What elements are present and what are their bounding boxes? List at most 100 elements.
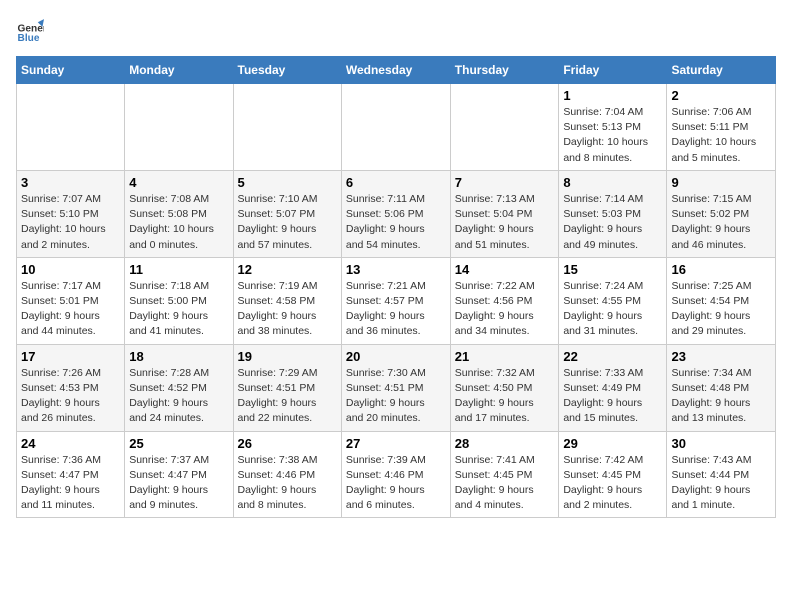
calendar-week-row: 17 Sunrise: 7:26 AM Sunset: 4:53 PM Dayli…	[17, 344, 776, 431]
day-number: 20	[346, 349, 446, 364]
weekday-header-friday: Friday	[559, 57, 667, 84]
calendar-cell: 29 Sunrise: 7:42 AM Sunset: 4:45 PM Dayli…	[559, 431, 667, 518]
day-info: Sunrise: 7:15 AM Sunset: 5:02 PM Dayligh…	[671, 192, 771, 253]
calendar-cell: 3 Sunrise: 7:07 AM Sunset: 5:10 PM Daylig…	[17, 170, 125, 257]
header: General Blue	[16, 16, 776, 44]
day-number: 17	[21, 349, 120, 364]
day-info: Sunrise: 7:26 AM Sunset: 4:53 PM Dayligh…	[21, 366, 120, 427]
calendar-cell: 22 Sunrise: 7:33 AM Sunset: 4:49 PM Dayli…	[559, 344, 667, 431]
day-number: 19	[238, 349, 337, 364]
calendar-week-row: 24 Sunrise: 7:36 AM Sunset: 4:47 PM Dayli…	[17, 431, 776, 518]
calendar-cell	[450, 84, 559, 171]
day-number: 11	[129, 262, 228, 277]
day-info: Sunrise: 7:22 AM Sunset: 4:56 PM Dayligh…	[455, 279, 555, 340]
logo-icon: General Blue	[16, 16, 44, 44]
day-number: 1	[563, 88, 662, 103]
calendar-cell: 6 Sunrise: 7:11 AM Sunset: 5:06 PM Daylig…	[341, 170, 450, 257]
weekday-header-sunday: Sunday	[17, 57, 125, 84]
calendar-cell	[233, 84, 341, 171]
day-number: 23	[671, 349, 771, 364]
calendar-cell: 18 Sunrise: 7:28 AM Sunset: 4:52 PM Dayli…	[125, 344, 233, 431]
day-number: 25	[129, 436, 228, 451]
calendar-cell: 14 Sunrise: 7:22 AM Sunset: 4:56 PM Dayli…	[450, 257, 559, 344]
day-info: Sunrise: 7:18 AM Sunset: 5:00 PM Dayligh…	[129, 279, 228, 340]
day-info: Sunrise: 7:07 AM Sunset: 5:10 PM Dayligh…	[21, 192, 120, 253]
calendar-cell: 27 Sunrise: 7:39 AM Sunset: 4:46 PM Dayli…	[341, 431, 450, 518]
day-number: 18	[129, 349, 228, 364]
day-info: Sunrise: 7:21 AM Sunset: 4:57 PM Dayligh…	[346, 279, 446, 340]
day-number: 7	[455, 175, 555, 190]
day-number: 15	[563, 262, 662, 277]
calendar-week-row: 3 Sunrise: 7:07 AM Sunset: 5:10 PM Daylig…	[17, 170, 776, 257]
day-number: 4	[129, 175, 228, 190]
calendar-cell: 21Sunrise: 7:32 AM Sunset: 4:50 PM Dayli…	[450, 344, 559, 431]
weekday-header-saturday: Saturday	[667, 57, 776, 84]
calendar-cell: 7Sunrise: 7:13 AM Sunset: 5:04 PM Daylig…	[450, 170, 559, 257]
day-info: Sunrise: 7:30 AM Sunset: 4:51 PM Dayligh…	[346, 366, 446, 427]
weekday-header-tuesday: Tuesday	[233, 57, 341, 84]
day-number: 29	[563, 436, 662, 451]
calendar-cell	[341, 84, 450, 171]
day-number: 28	[455, 436, 555, 451]
calendar-week-row: 10 Sunrise: 7:17 AM Sunset: 5:01 PM Dayli…	[17, 257, 776, 344]
day-info: Sunrise: 7:06 AM Sunset: 5:11 PM Dayligh…	[671, 105, 771, 166]
day-info: Sunrise: 7:39 AM Sunset: 4:46 PM Dayligh…	[346, 453, 446, 514]
day-info: Sunrise: 7:14 AM Sunset: 5:03 PM Dayligh…	[563, 192, 662, 253]
day-number: 8	[563, 175, 662, 190]
calendar-cell: 4 Sunrise: 7:08 AM Sunset: 5:08 PM Daylig…	[125, 170, 233, 257]
day-info: Sunrise: 7:11 AM Sunset: 5:06 PM Dayligh…	[346, 192, 446, 253]
calendar-week-row: 1 Sunrise: 7:04 AM Sunset: 5:13 PM Daylig…	[17, 84, 776, 171]
weekday-header-thursday: Thursday	[450, 57, 559, 84]
day-info: Sunrise: 7:32 AM Sunset: 4:50 PM Dayligh…	[455, 366, 555, 427]
day-info: Sunrise: 7:33 AM Sunset: 4:49 PM Dayligh…	[563, 366, 662, 427]
day-number: 13	[346, 262, 446, 277]
calendar-cell	[125, 84, 233, 171]
day-number: 30	[671, 436, 771, 451]
day-number: 26	[238, 436, 337, 451]
calendar-cell: 8 Sunrise: 7:14 AM Sunset: 5:03 PM Daylig…	[559, 170, 667, 257]
day-info: Sunrise: 7:08 AM Sunset: 5:08 PM Dayligh…	[129, 192, 228, 253]
day-info: Sunrise: 7:04 AM Sunset: 5:13 PM Dayligh…	[563, 105, 662, 166]
calendar-cell: 20 Sunrise: 7:30 AM Sunset: 4:51 PM Dayli…	[341, 344, 450, 431]
day-number: 6	[346, 175, 446, 190]
calendar-cell: 5Sunrise: 7:10 AM Sunset: 5:07 PM Daylig…	[233, 170, 341, 257]
day-number: 27	[346, 436, 446, 451]
day-info: Sunrise: 7:29 AM Sunset: 4:51 PM Dayligh…	[238, 366, 337, 427]
logo: General Blue	[16, 16, 44, 44]
day-info: Sunrise: 7:36 AM Sunset: 4:47 PM Dayligh…	[21, 453, 120, 514]
calendar-cell: 13 Sunrise: 7:21 AM Sunset: 4:57 PM Dayli…	[341, 257, 450, 344]
day-number: 16	[671, 262, 771, 277]
day-info: Sunrise: 7:42 AM Sunset: 4:45 PM Dayligh…	[563, 453, 662, 514]
day-info: Sunrise: 7:43 AM Sunset: 4:44 PM Dayligh…	[671, 453, 771, 514]
calendar-cell: 15Sunrise: 7:24 AM Sunset: 4:55 PM Dayli…	[559, 257, 667, 344]
day-info: Sunrise: 7:25 AM Sunset: 4:54 PM Dayligh…	[671, 279, 771, 340]
calendar-cell: 23Sunrise: 7:34 AM Sunset: 4:48 PM Dayli…	[667, 344, 776, 431]
day-number: 22	[563, 349, 662, 364]
day-info: Sunrise: 7:37 AM Sunset: 4:47 PM Dayligh…	[129, 453, 228, 514]
calendar-cell: 17 Sunrise: 7:26 AM Sunset: 4:53 PM Dayli…	[17, 344, 125, 431]
day-number: 14	[455, 262, 555, 277]
weekday-header-wednesday: Wednesday	[341, 57, 450, 84]
day-number: 24	[21, 436, 120, 451]
svg-text:Blue: Blue	[18, 33, 40, 44]
calendar-cell	[17, 84, 125, 171]
day-info: Sunrise: 7:17 AM Sunset: 5:01 PM Dayligh…	[21, 279, 120, 340]
day-number: 2	[671, 88, 771, 103]
day-info: Sunrise: 7:28 AM Sunset: 4:52 PM Dayligh…	[129, 366, 228, 427]
day-number: 3	[21, 175, 120, 190]
calendar-cell: 19 Sunrise: 7:29 AM Sunset: 4:51 PM Dayli…	[233, 344, 341, 431]
day-number: 12	[238, 262, 337, 277]
calendar-table: SundayMondayTuesdayWednesdayThursdayFrid…	[16, 56, 776, 518]
day-number: 9	[671, 175, 771, 190]
calendar-cell: 9 Sunrise: 7:15 AM Sunset: 5:02 PM Daylig…	[667, 170, 776, 257]
calendar-cell: 10 Sunrise: 7:17 AM Sunset: 5:01 PM Dayli…	[17, 257, 125, 344]
calendar-cell: 28 Sunrise: 7:41 AM Sunset: 4:45 PM Dayli…	[450, 431, 559, 518]
calendar-cell: 25 Sunrise: 7:37 AM Sunset: 4:47 PM Dayli…	[125, 431, 233, 518]
day-info: Sunrise: 7:41 AM Sunset: 4:45 PM Dayligh…	[455, 453, 555, 514]
day-number: 10	[21, 262, 120, 277]
day-number: 5	[238, 175, 337, 190]
weekday-header-row: SundayMondayTuesdayWednesdayThursdayFrid…	[17, 57, 776, 84]
calendar-cell: 12Sunrise: 7:19 AM Sunset: 4:58 PM Dayli…	[233, 257, 341, 344]
calendar-cell: 2 Sunrise: 7:06 AM Sunset: 5:11 PM Daylig…	[667, 84, 776, 171]
calendar-cell: 1 Sunrise: 7:04 AM Sunset: 5:13 PM Daylig…	[559, 84, 667, 171]
